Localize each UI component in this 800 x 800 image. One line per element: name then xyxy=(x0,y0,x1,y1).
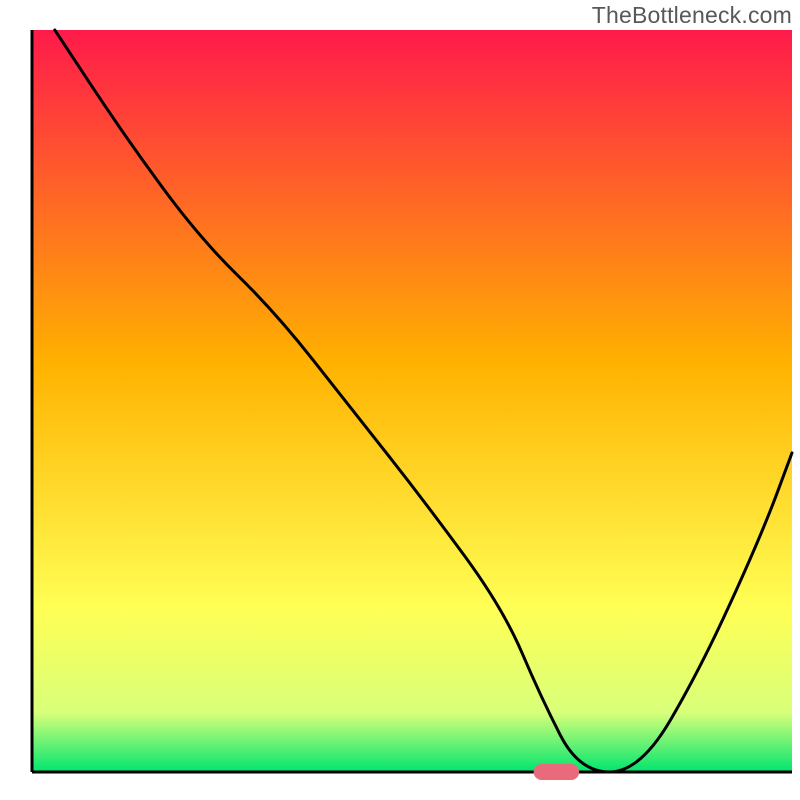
chart-frame: TheBottleneck.com xyxy=(0,0,800,800)
optimal-marker xyxy=(534,764,580,780)
plot-area xyxy=(32,30,792,772)
bottleneck-chart xyxy=(0,0,800,800)
watermark-text: TheBottleneck.com xyxy=(592,2,792,29)
